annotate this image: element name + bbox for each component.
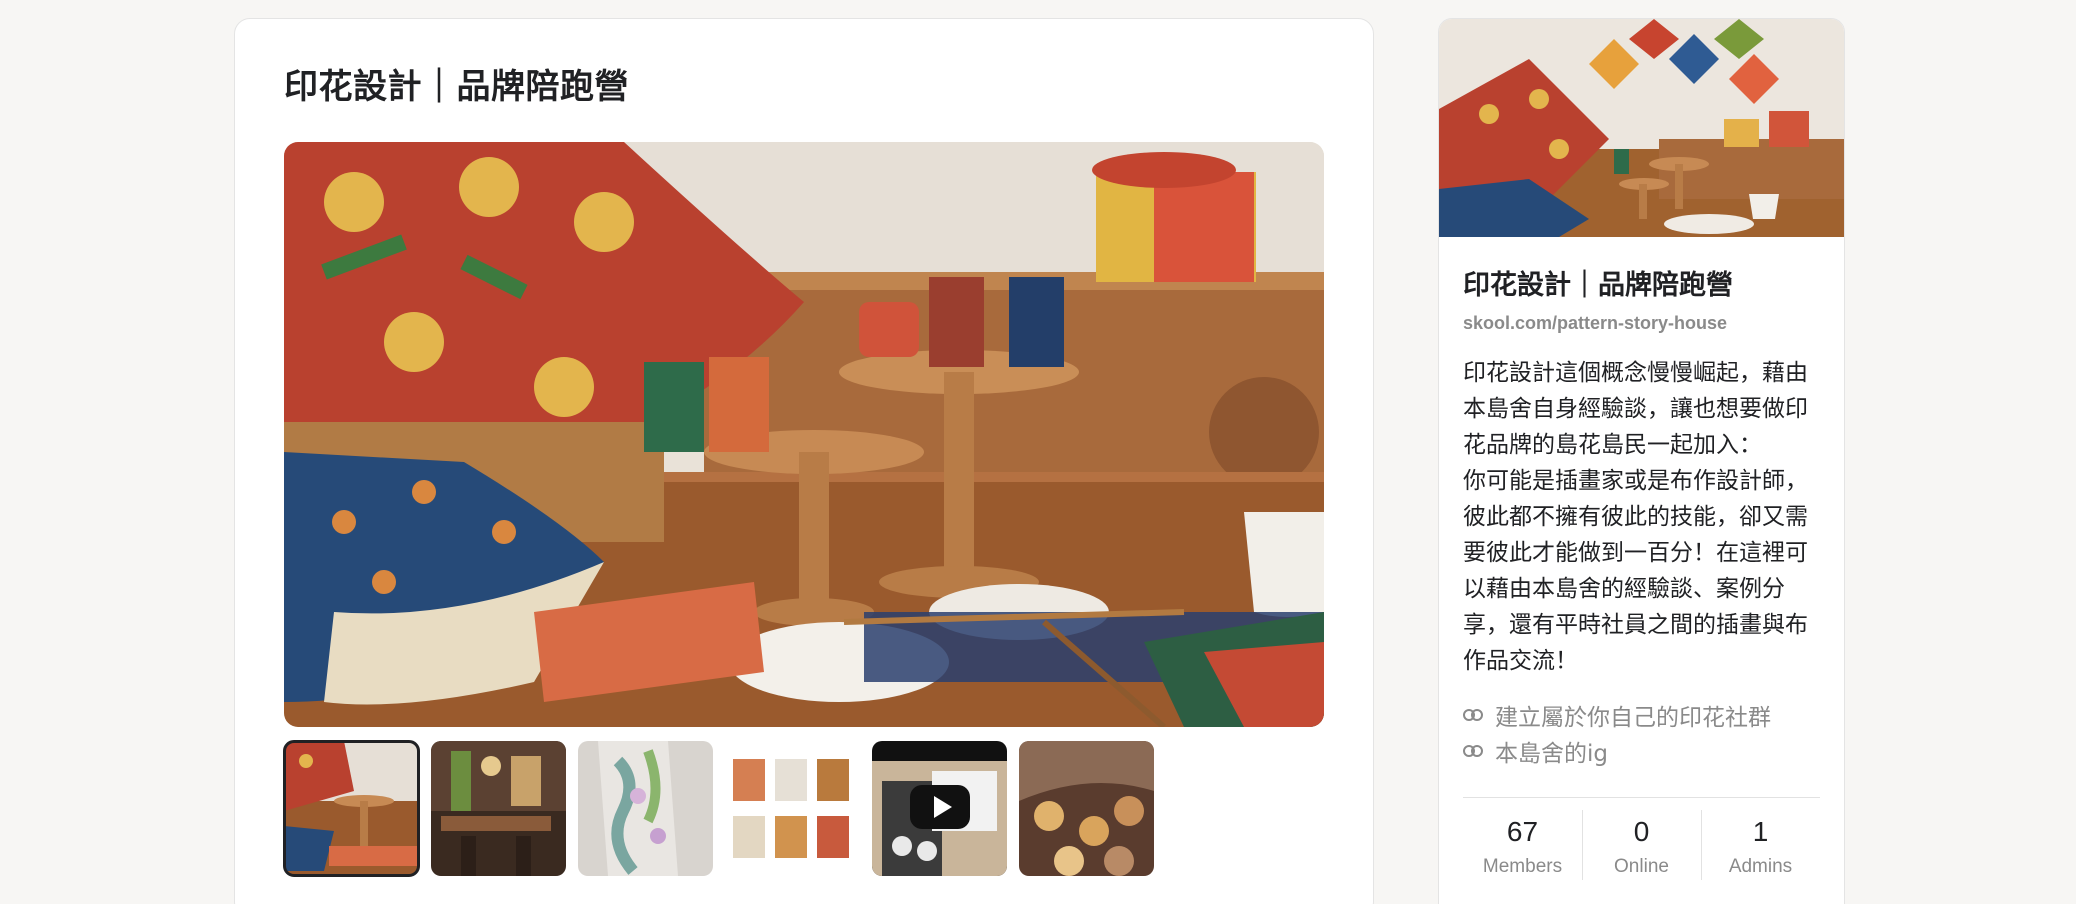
stat-admins-label: Admins — [1728, 856, 1793, 877]
thumb-pattern-closeup[interactable] — [1019, 741, 1154, 876]
stat-online-value: 0 — [1633, 816, 1650, 847]
link-label: 本島舍的ig — [1495, 741, 1608, 767]
link-instagram[interactable]: 本島舍的ig — [1463, 733, 1820, 769]
thumb-fabric-sample[interactable] — [578, 741, 713, 876]
play-icon — [910, 785, 970, 829]
link-label: 建立屬於你自己的印花社群 — [1495, 705, 1771, 731]
thumb-product-grid[interactable] — [725, 741, 860, 876]
thumb-living-room[interactable] — [283, 740, 420, 877]
group-stats: 67 Members 0 Online 1 Admins — [1463, 808, 1820, 880]
thumbnail-strip — [283, 740, 1154, 877]
link-create-community[interactable]: 建立屬於你自己的印花社群 — [1463, 697, 1820, 733]
thumb-shop-interior[interactable] — [431, 741, 566, 876]
stat-members-value: 67 — [1506, 816, 1539, 847]
hero-image — [284, 142, 1324, 727]
stat-members[interactable]: 67 Members — [1463, 808, 1582, 878]
stat-members-label: Members — [1482, 856, 1563, 877]
group-url: skool.com/pattern-story-house — [1463, 313, 1728, 333]
group-links: 建立屬於你自己的印花社群 本島舍的ig — [1463, 697, 1820, 769]
link-icon — [1463, 709, 1483, 721]
link-icon — [1463, 745, 1483, 757]
course-main-card: 印花設計｜品牌陪跑營 — [234, 18, 1374, 904]
group-name: 印花設計｜品牌陪跑營 — [1463, 270, 1733, 301]
stat-online[interactable]: 0 Online — [1582, 808, 1701, 880]
group-description: 印花設計這個概念慢慢崛起，藉由本島舍自身經驗談，讓也想要做印花品牌的島花島民一起… — [1463, 360, 1808, 674]
thumb-video[interactable] — [872, 741, 1007, 876]
page-title: 印花設計｜品牌陪跑營 — [284, 67, 629, 107]
stat-online-label: Online — [1614, 856, 1669, 877]
group-info-card: 印花設計｜品牌陪跑營 skool.com/pattern-story-house… — [1438, 18, 1845, 904]
stat-admins[interactable]: 1 Admins — [1701, 808, 1820, 880]
stat-admins-value: 1 — [1752, 816, 1769, 847]
group-cover-image — [1439, 19, 1844, 237]
divider — [1463, 797, 1820, 798]
